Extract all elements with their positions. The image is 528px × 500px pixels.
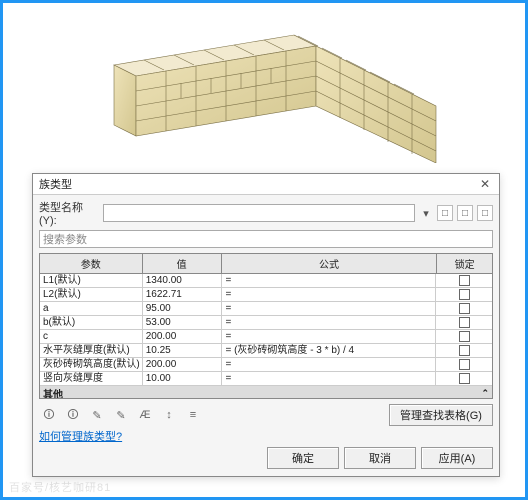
rename-type-icon[interactable]: □: [457, 205, 473, 221]
new-type-icon[interactable]: □: [437, 205, 453, 221]
manage-lookup-button[interactable]: 管理查找表格(G): [389, 404, 493, 426]
tool-4[interactable]: ✎: [111, 406, 131, 424]
cell-formula[interactable]: =: [222, 358, 436, 371]
cell-lock[interactable]: [436, 316, 492, 329]
parameters-grid: 参数 值 公式 锁定 L1(默认)1340.00=L2(默认)1622.71=a…: [39, 253, 493, 399]
cell-value[interactable]: 10.25: [143, 344, 223, 357]
cell-formula[interactable]: =: [222, 372, 436, 385]
cell-lock[interactable]: [436, 274, 492, 287]
cell-formula[interactable]: =: [222, 330, 436, 343]
cell-lock[interactable]: [436, 288, 492, 301]
apply-button[interactable]: 应用(A): [421, 447, 493, 469]
cell-value[interactable]: 200.00: [143, 358, 223, 371]
section-other[interactable]: 其他 ⌃: [40, 386, 492, 399]
cell-value[interactable]: 53.00: [143, 316, 223, 329]
cell-param[interactable]: 竖向灰缝厚度: [40, 372, 143, 385]
cell-value[interactable]: 1622.71: [143, 288, 223, 301]
cancel-button[interactable]: 取消: [344, 447, 416, 469]
dialog-buttons: 确定 取消 应用(A): [33, 446, 499, 474]
cell-param[interactable]: L1(默认): [40, 274, 143, 287]
col-header-lock[interactable]: 锁定: [437, 254, 492, 273]
type-name-label: 类型名称(Y):: [39, 199, 99, 227]
cell-param[interactable]: 水平灰缝厚度(默认): [40, 344, 143, 357]
lock-checkbox[interactable]: [459, 331, 470, 342]
lock-checkbox[interactable]: [459, 373, 470, 384]
grid-header: 参数 值 公式 锁定: [40, 254, 492, 274]
lock-checkbox[interactable]: [459, 303, 470, 314]
cell-formula[interactable]: =: [222, 274, 436, 287]
col-header-param[interactable]: 参数: [40, 254, 143, 273]
family-types-dialog: 族类型 ✕ 类型名称(Y): ▾ □ □ □ 搜索参数 参数 值 公式 锁定: [32, 173, 500, 477]
model-viewport[interactable]: [3, 3, 525, 173]
table-row[interactable]: c200.00=: [40, 330, 492, 344]
cell-value[interactable]: 95.00: [143, 302, 223, 315]
cell-param[interactable]: c: [40, 330, 143, 343]
col-header-formula[interactable]: 公式: [222, 254, 438, 273]
table-row[interactable]: L2(默认)1622.71=: [40, 288, 492, 302]
cell-formula[interactable]: =: [222, 302, 436, 315]
brick-wall-render: [84, 13, 444, 163]
table-row[interactable]: L1(默认)1340.00=: [40, 274, 492, 288]
cell-formula[interactable]: =: [222, 288, 436, 301]
lock-checkbox[interactable]: [459, 359, 470, 370]
cell-param[interactable]: 灰砂砖砌筑高度(默认): [40, 358, 143, 371]
app-frame: 族类型 ✕ 类型名称(Y): ▾ □ □ □ 搜索参数 参数 值 公式 锁定: [0, 0, 528, 500]
lock-checkbox[interactable]: [459, 317, 470, 328]
close-icon[interactable]: ✕: [477, 176, 493, 192]
cell-lock[interactable]: [436, 302, 492, 315]
chevron-icon: ⌃: [481, 388, 489, 399]
cell-param[interactable]: a: [40, 302, 143, 315]
cell-value[interactable]: 200.00: [143, 330, 223, 343]
delete-type-icon[interactable]: □: [477, 205, 493, 221]
tool-7[interactable]: ≡: [183, 406, 203, 424]
col-header-value[interactable]: 值: [143, 254, 222, 273]
lock-checkbox[interactable]: [459, 345, 470, 356]
cell-formula[interactable]: = (灰砂砖砌筑高度 - 3 * b) / 4: [222, 344, 436, 357]
type-name-dropdown-icon[interactable]: ▾: [419, 207, 433, 220]
lock-checkbox[interactable]: [459, 289, 470, 300]
cell-value[interactable]: 10.00: [143, 372, 223, 385]
dialog-title: 族类型: [39, 176, 72, 192]
dialog-titlebar[interactable]: 族类型 ✕: [33, 174, 499, 195]
type-name-input[interactable]: [103, 204, 415, 222]
tool-2[interactable]: 🛈: [63, 406, 83, 424]
cell-lock[interactable]: [436, 330, 492, 343]
watermark: 百家号/核艺咖研81: [9, 479, 111, 495]
help-link[interactable]: 如何管理族类型?: [39, 431, 122, 443]
cell-value[interactable]: 1340.00: [143, 274, 223, 287]
tool-6[interactable]: ↕: [159, 406, 179, 424]
param-toolbar: 🛈 🛈 ✎ ✎ Æ ↕ ≡ 管理查找表格(G): [33, 399, 499, 426]
table-row[interactable]: 灰砂砖砌筑高度(默认)200.00=: [40, 358, 492, 372]
cell-formula[interactable]: =: [222, 316, 436, 329]
table-row[interactable]: 竖向灰缝厚度10.00=: [40, 372, 492, 386]
table-row[interactable]: b(默认)53.00=: [40, 316, 492, 330]
cell-param[interactable]: b(默认): [40, 316, 143, 329]
cell-lock[interactable]: [436, 358, 492, 371]
lock-checkbox[interactable]: [459, 275, 470, 286]
search-params-input[interactable]: 搜索参数: [39, 230, 493, 248]
table-row[interactable]: 水平灰缝厚度(默认)10.25= (灰砂砖砌筑高度 - 3 * b) / 4: [40, 344, 492, 358]
tool-5[interactable]: Æ: [135, 406, 155, 424]
cell-lock[interactable]: [436, 344, 492, 357]
cell-param[interactable]: L2(默认): [40, 288, 143, 301]
tool-3[interactable]: ✎: [87, 406, 107, 424]
ok-button[interactable]: 确定: [267, 447, 339, 469]
table-row[interactable]: a95.00=: [40, 302, 492, 316]
cell-lock[interactable]: [436, 372, 492, 385]
tool-1[interactable]: 🛈: [39, 406, 59, 424]
dialog-top-fields: 类型名称(Y): ▾ □ □ □ 搜索参数: [33, 195, 499, 253]
